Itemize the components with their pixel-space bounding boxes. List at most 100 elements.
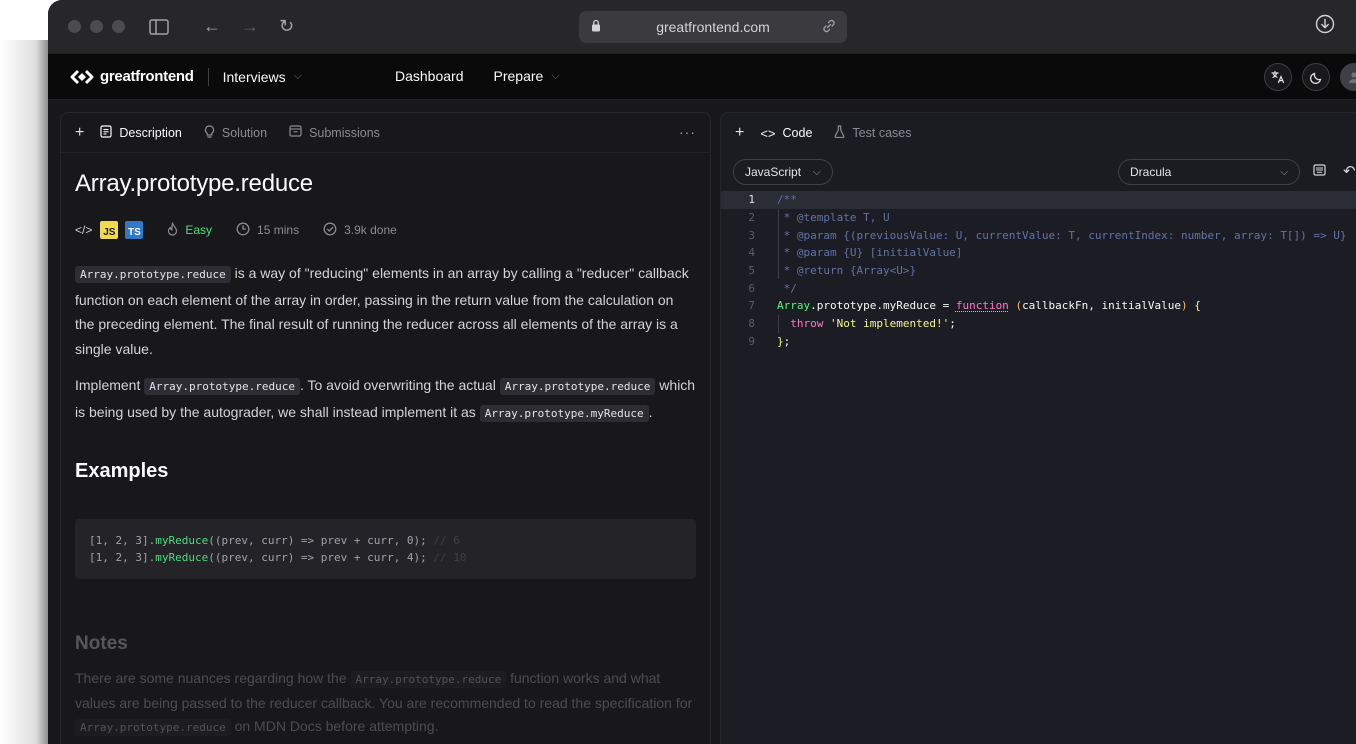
line-number: 1 <box>721 193 755 206</box>
more-options-icon[interactable]: ··· <box>679 124 696 140</box>
paragraph-text: . To avoid overwriting the actual <box>300 377 500 393</box>
code-text: [1, 2, 3]. <box>89 551 155 564</box>
minimize-dot[interactable] <box>90 20 103 33</box>
close-dot[interactable] <box>68 20 81 33</box>
code-panel: + <> Code Test cases ··· JavaScript ⌵ Dr… <box>720 112 1356 744</box>
paragraph-text: There are some nuances regarding how the <box>75 670 351 686</box>
dark-mode-icon[interactable] <box>1302 63 1330 91</box>
chevron-down-icon: ⌵ <box>813 167 821 178</box>
inline-code: Array.prototype.reduce <box>75 719 231 736</box>
inbox-icon <box>289 125 302 140</box>
flame-icon <box>167 222 178 239</box>
code-text: Array.prototype.myReduce = function (cal… <box>777 299 1201 312</box>
window-controls[interactable] <box>68 20 125 33</box>
line-number: 6 <box>721 282 755 295</box>
paragraph-text: Implement <box>75 377 144 393</box>
code-line: 1 /** <box>721 191 1356 209</box>
nav-divider <box>208 68 209 86</box>
tab-submissions[interactable]: Submissions <box>289 125 380 140</box>
line-number: 9 <box>721 335 755 348</box>
theme-select[interactable]: Dracula ⌵ <box>1118 159 1300 185</box>
duration-label: 15 mins <box>257 223 299 237</box>
tab-description[interactable]: Description <box>100 125 182 141</box>
inline-code: Array.prototype.reduce <box>351 671 507 688</box>
add-tab-icon[interactable]: + <box>735 124 744 142</box>
sidebar-icon[interactable] <box>149 19 169 35</box>
difficulty-badge: Easy <box>167 222 212 239</box>
js-badge[interactable]: JS <box>100 221 118 239</box>
line-number: 5 <box>721 264 755 277</box>
code-editor[interactable]: 1 /** 2 * @template T, U 3 * @param {(pr… <box>721 191 1356 744</box>
lock-icon <box>591 19 601 35</box>
clock-icon <box>236 222 250 239</box>
reload-icon[interactable]: ↻ <box>279 16 294 37</box>
code-line: 4 * @param {U} [initialValue] <box>721 244 1356 262</box>
link-icon[interactable] <box>821 18 837 37</box>
add-tab-icon[interactable]: + <box>75 124 84 142</box>
code-icon: </> <box>75 223 92 237</box>
ts-badge[interactable]: TS <box>125 221 143 239</box>
tab-test-cases[interactable]: Test cases <box>834 125 911 141</box>
nav-dashboard[interactable]: Dashboard <box>395 68 464 84</box>
tab-solution[interactable]: Solution <box>204 125 267 141</box>
language-icon[interactable] <box>1264 63 1292 91</box>
description-paragraph-1: Array.prototype.reduce is a way of "redu… <box>75 261 696 361</box>
code-icon: <> <box>760 126 775 141</box>
code-line: 9 }; <box>721 333 1356 351</box>
tab-code[interactable]: <> Code <box>760 126 812 141</box>
question-title: Array.prototype.reduce <box>75 170 696 198</box>
back-arrow-icon[interactable]: ← <box>203 16 221 37</box>
language-select[interactable]: JavaScript ⌵ <box>733 159 833 185</box>
keyboard-icon[interactable] <box>1313 164 1326 179</box>
code-line: 2 * @template T, U <box>721 209 1356 227</box>
code-line: 3 * @param {(previousValue: U, currentVa… <box>721 226 1356 244</box>
prepare-label: Prepare <box>494 68 544 84</box>
code-line: 6 */ <box>721 279 1356 297</box>
user-icon <box>1347 70 1356 84</box>
brand-logo[interactable]: greatfrontend <box>70 68 194 85</box>
flask-icon <box>834 125 845 141</box>
notes-heading: Notes <box>75 633 696 655</box>
paragraph-text: . <box>649 404 653 420</box>
interviews-menu[interactable]: Interviews ⌵ <box>223 69 302 85</box>
address-bar[interactable]: greatfrontend.com <box>579 11 847 43</box>
reset-icon[interactable]: ↶ <box>1343 162 1356 180</box>
code-text: throw 'Not implemented!'; <box>777 317 956 330</box>
nav-prepare[interactable]: Prepare ⌵ <box>494 68 560 84</box>
browser-window: ← → ↻ greatfrontend.com + greatfrontend <box>48 0 1356 744</box>
browser-actions: + <box>1315 14 1356 39</box>
logo-icon <box>70 69 94 85</box>
download-icon[interactable] <box>1315 14 1335 39</box>
avatar[interactable] <box>1340 63 1356 91</box>
code-line: 5 * @return {Array<U>} <box>721 262 1356 280</box>
code-text: * @return {Array<U>} <box>777 264 916 277</box>
paragraph-text: on MDN Docs before attempting. <box>231 718 439 734</box>
inline-code: Array.prototype.myReduce <box>480 405 649 422</box>
app-navbar: greatfrontend Interviews ⌵ Dashboard Pre… <box>48 54 1356 100</box>
code-text: [1, 2, 3]. <box>89 534 155 547</box>
tab-test-cases-label: Test cases <box>852 126 911 140</box>
dashboard-label: Dashboard <box>395 68 464 84</box>
description-panel: + Description Solution Submissions ··· A… <box>60 112 711 744</box>
description-content: Array.prototype.reduce </> JS TS Easy 15… <box>61 170 710 740</box>
tab-solution-label: Solution <box>222 126 267 140</box>
line-number: 2 <box>721 211 755 224</box>
completion-count: 3.9k done <box>323 222 397 239</box>
code-fn: myReduce <box>155 551 208 564</box>
forward-arrow-icon[interactable]: → <box>241 16 259 37</box>
example-line: [1, 2, 3].myReduce((prev, curr) => prev … <box>89 549 682 566</box>
url-text: greatfrontend.com <box>656 19 770 35</box>
tab-description-label: Description <box>119 126 182 140</box>
code-text: * @template T, U <box>777 211 890 224</box>
description-paragraph-2: Implement Array.prototype.reduce. To avo… <box>75 373 696 426</box>
code-text: ((prev, curr) => prev + curr, 4); <box>208 551 433 564</box>
code-text: */ <box>777 282 797 295</box>
code-comment: // 10 <box>433 551 466 564</box>
theme-value: Dracula <box>1130 165 1171 179</box>
code-tabs: + <> Code Test cases ··· <box>721 113 1356 153</box>
code-line: 8 throw 'Not implemented!'; <box>721 315 1356 333</box>
maximize-dot[interactable] <box>112 20 125 33</box>
inline-code: Array.prototype.reduce <box>144 378 300 395</box>
duration-badge: 15 mins <box>236 222 299 239</box>
code-text: }; <box>777 335 790 348</box>
